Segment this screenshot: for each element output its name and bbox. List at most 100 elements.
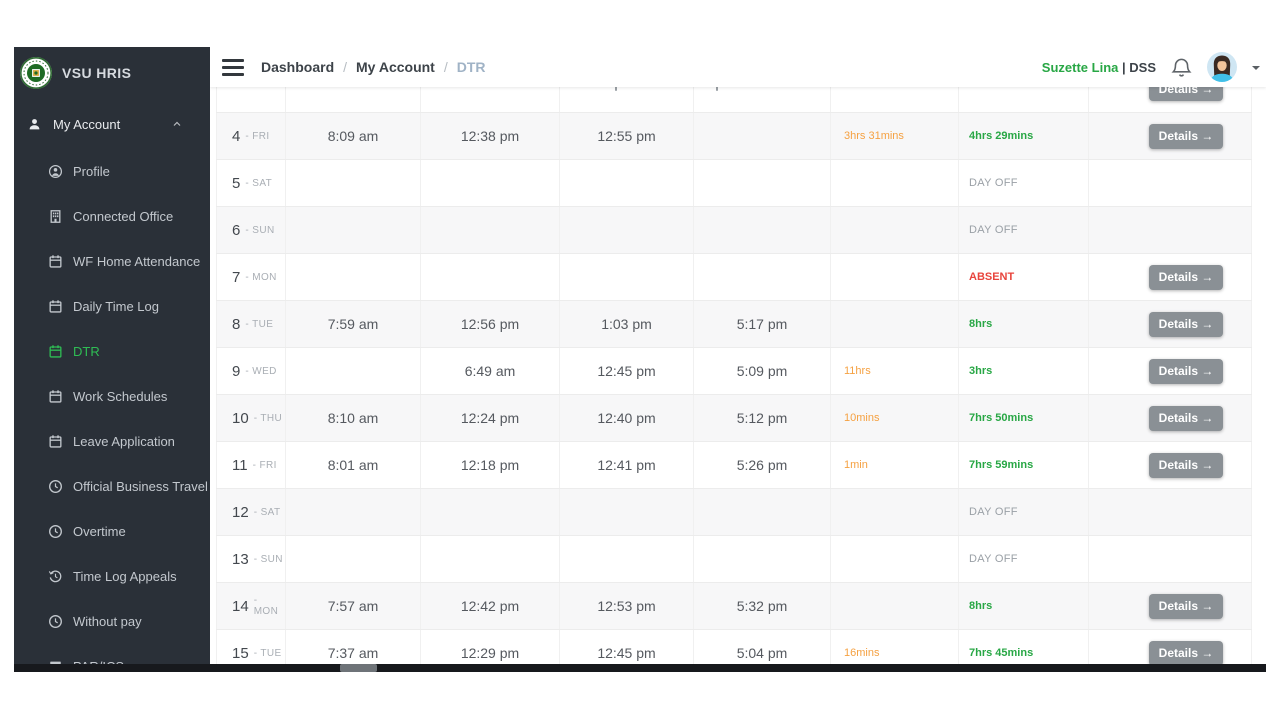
late-undertime-cell <box>831 583 959 629</box>
details-button[interactable]: Details → <box>1149 359 1223 384</box>
breadcrumb-current-dtr: DTR <box>457 59 486 75</box>
dtr-row-partial: Details → <box>216 87 1252 113</box>
status-badge: ABSENT <box>969 271 1014 283</box>
breadcrumb-my-account[interactable]: My Account <box>356 59 435 75</box>
weekday-label: - MON <box>254 595 285 617</box>
day-cell: 10- THU <box>216 395 286 441</box>
breadcrumb-separator: / <box>444 59 448 75</box>
time-cell-3 <box>560 160 694 206</box>
late-undertime-cell: 1min <box>831 442 959 488</box>
details-button[interactable]: Details → <box>1149 87 1223 101</box>
sidebar-item-work-schedules[interactable]: Work Schedules <box>14 374 210 419</box>
dtr-row-day-10: 10- THU8:10 am12:24 pm12:40 pm5:12 pm10m… <box>216 395 1252 442</box>
day-cell <box>216 87 286 112</box>
dtr-row-day-6: 6- SUNDAY OFF <box>216 207 1252 254</box>
horizontal-scrollbar[interactable] <box>14 664 1266 672</box>
total-hours: 3hrs <box>969 365 992 377</box>
details-button[interactable]: Details → <box>1149 406 1223 431</box>
status-cell: 8hrs <box>959 583 1089 629</box>
day-number: 9 <box>232 363 240 380</box>
sidebar-item-label: Daily Time Log <box>73 299 159 314</box>
sidebar-item-official-business-travel[interactable]: Official Business Travel <box>14 464 210 509</box>
calendar-icon <box>48 344 73 359</box>
weekday-label: - FRI <box>245 131 269 142</box>
weekday-label: - WED <box>245 366 276 377</box>
sidebar-item-overtime[interactable]: Overtime <box>14 509 210 554</box>
dtr-row-day-8: 8- TUE7:59 am12:56 pm1:03 pm5:17 pm8hrsD… <box>216 301 1252 348</box>
sidebar-item-time-log-appeals[interactable]: Time Log Appeals <box>14 554 210 599</box>
details-button[interactable]: Details → <box>1149 124 1223 149</box>
user-name: Suzette Lina <box>1042 60 1119 75</box>
time-cell-3 <box>560 536 694 582</box>
sidebar-item-label: Profile <box>73 164 110 179</box>
time-cell-4: 5:32 pm <box>694 583 831 629</box>
details-cell: Details → <box>1089 254 1252 300</box>
sidebar-section-my-account[interactable]: My Account <box>14 105 210 143</box>
details-button[interactable]: Details → <box>1149 312 1223 337</box>
details-cell: Details → <box>1089 87 1252 112</box>
user-avatar[interactable] <box>1207 52 1237 82</box>
day-cell: 8- TUE <box>216 301 286 347</box>
time-cell-4 <box>694 489 831 535</box>
time-cell-2: 12:38 pm <box>421 113 560 159</box>
time-cell-1: 7:59 am <box>286 301 421 347</box>
sidebar-item-profile[interactable]: Profile <box>14 149 210 194</box>
calendar-icon <box>48 254 73 269</box>
status-cell: 3hrs <box>959 348 1089 394</box>
user-icon <box>27 117 42 132</box>
details-cell: Details → <box>1089 301 1252 347</box>
sidebar-item-leave-application[interactable]: Leave Application <box>14 419 210 464</box>
time-cell-3: 12:53 pm <box>560 583 694 629</box>
day-cell: 13- SUN <box>216 536 286 582</box>
notifications-bell-icon[interactable] <box>1171 57 1192 78</box>
total-hours: 4hrs 29mins <box>969 130 1033 142</box>
details-button[interactable]: Details → <box>1149 265 1223 290</box>
chevron-down-icon[interactable] <box>1252 66 1260 74</box>
sidebar-item-label: Without pay <box>73 614 142 629</box>
time-cell-2: 12:24 pm <box>421 395 560 441</box>
day-number: 4 <box>232 128 240 145</box>
sidebar-item-label: Work Schedules <box>73 389 167 404</box>
time-cell-3: 12:40 pm <box>560 395 694 441</box>
time-cell-1: 8:09 am <box>286 113 421 159</box>
time-cell-1: 8:10 am <box>286 395 421 441</box>
status-badge: DAY OFF <box>969 553 1018 565</box>
horizontal-scrollbar-thumb[interactable] <box>340 664 377 672</box>
building-icon <box>48 209 73 224</box>
weekday-label: - FRI <box>253 460 277 471</box>
sidebar-item-label: Time Log Appeals <box>73 569 177 584</box>
day-cell: 12- SAT <box>216 489 286 535</box>
dtr-row-day-7: 7- MONABSENTDetails → <box>216 254 1252 301</box>
dtr-row-day-5: 5- SATDAY OFF <box>216 160 1252 207</box>
sidebar-item-connected-office[interactable]: Connected Office <box>14 194 210 239</box>
sidebar-item-wf-home-attendance[interactable]: WF Home Attendance <box>14 239 210 284</box>
details-button[interactable]: Details → <box>1149 453 1223 478</box>
sidebar-item-dtr[interactable]: DTR <box>14 329 210 374</box>
late-undertime-cell <box>831 87 959 112</box>
late-undertime-cell <box>831 207 959 253</box>
details-button[interactable]: Details → <box>1149 641 1223 666</box>
dtr-row-day-11: 11- FRI8:01 am12:18 pm12:41 pm5:26 pm1mi… <box>216 442 1252 489</box>
hamburger-menu-icon[interactable] <box>220 56 246 79</box>
breadcrumb-dashboard[interactable]: Dashboard <box>261 59 334 75</box>
details-button[interactable]: Details → <box>1149 594 1223 619</box>
sidebar-item-daily-time-log[interactable]: Daily Time Log <box>14 284 210 329</box>
sidebar-item-without-pay[interactable]: Without pay <box>14 599 210 644</box>
clipped-text-mark <box>615 87 617 91</box>
sidebar-item-label: Connected Office <box>73 209 173 224</box>
time-cell-4 <box>694 160 831 206</box>
time-cell-4: 5:17 pm <box>694 301 831 347</box>
time-cell-1 <box>286 207 421 253</box>
calendar-icon <box>48 389 73 404</box>
status-badge: DAY OFF <box>969 506 1018 518</box>
day-number: 7 <box>232 269 240 286</box>
late-undertime-cell: 10mins <box>831 395 959 441</box>
status-cell <box>959 87 1089 112</box>
history-icon <box>48 569 73 584</box>
dtr-row-day-12: 12- SAT DAY OFF <box>216 489 1252 536</box>
total-hours: 7hrs 59mins <box>969 459 1033 471</box>
time-cell-1 <box>286 254 421 300</box>
sidebar-item-label: Official Business Travel <box>73 479 208 494</box>
brand: VSU HRIS <box>14 47 210 99</box>
clipped-text-mark <box>716 87 718 91</box>
